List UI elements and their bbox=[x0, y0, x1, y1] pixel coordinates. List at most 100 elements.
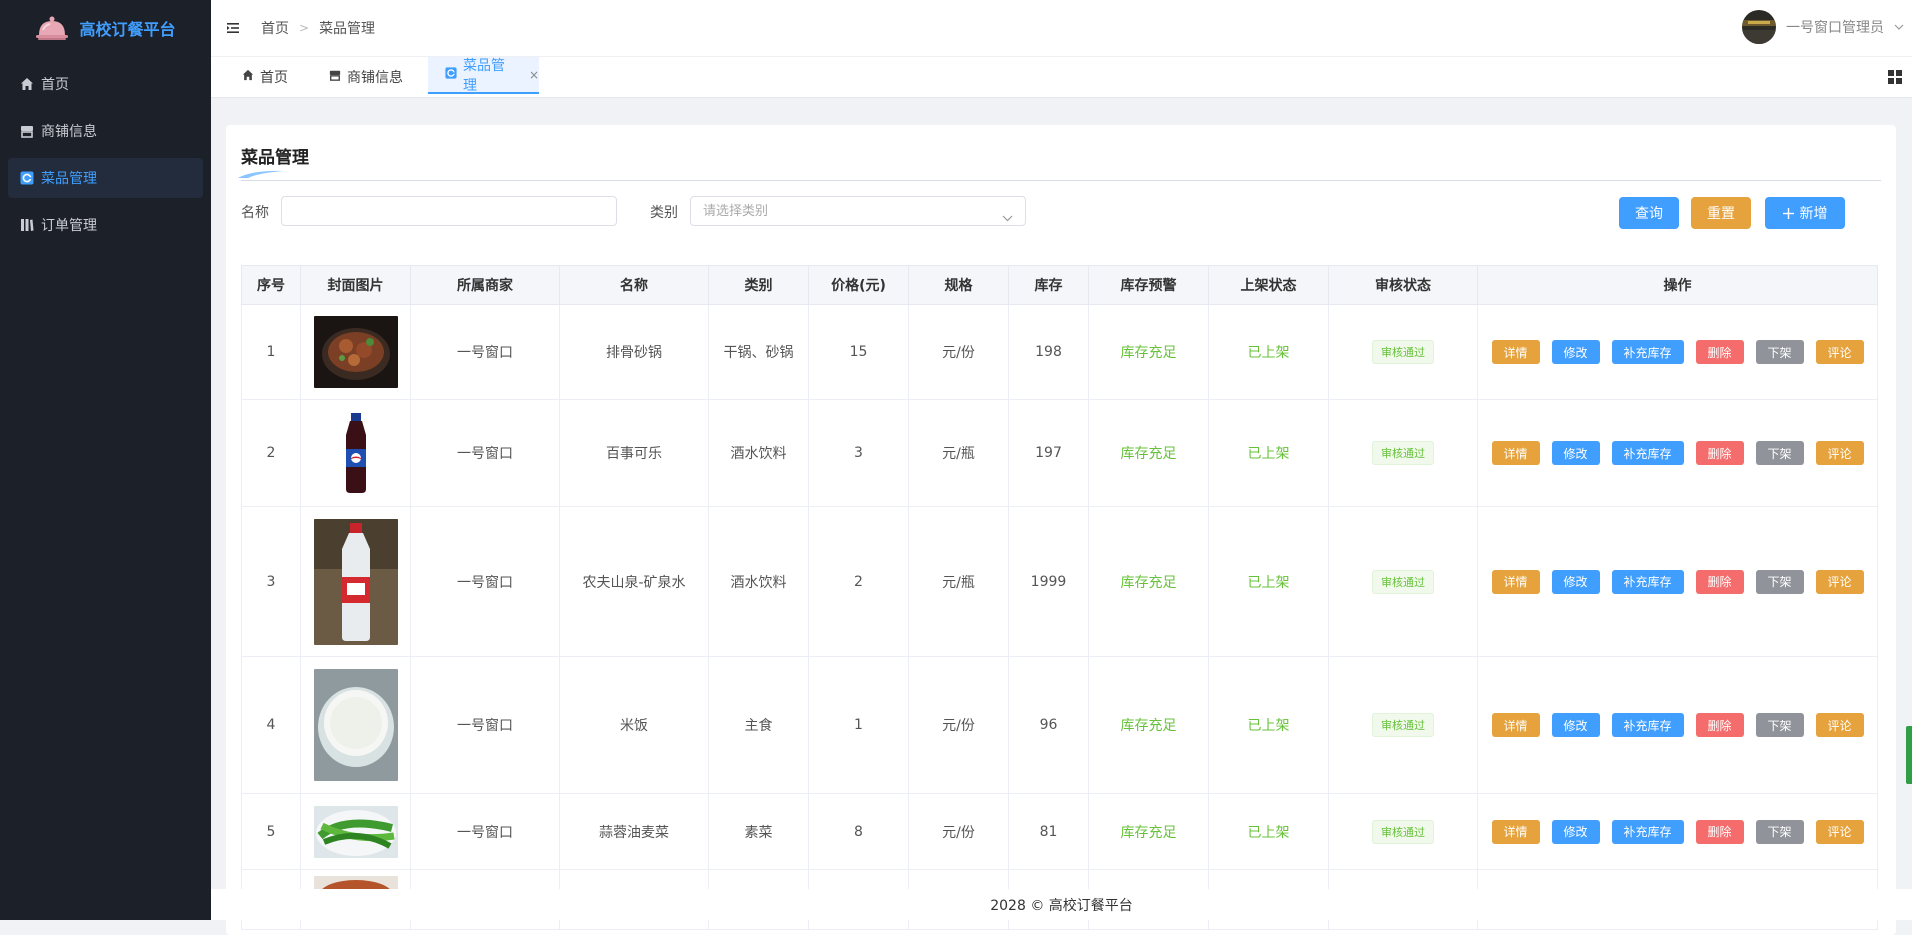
cell-price: 2 bbox=[808, 506, 909, 657]
user-name[interactable]: 一号窗口管理员 bbox=[1786, 17, 1884, 37]
cell-price: 1 bbox=[808, 656, 909, 794]
claypot-ribs-image[interactable] bbox=[313, 316, 398, 388]
rice-bowl-image[interactable] bbox=[313, 669, 398, 781]
table-row: 5 一号窗口 蒜蓉油麦菜 素菜 8 元/份 81 库存充足 已上架 审核通过 详… bbox=[241, 793, 1878, 870]
col-header-cover: 封面图片 bbox=[300, 265, 411, 305]
tab-dish-management[interactable]: 菜品管理 × bbox=[428, 57, 539, 94]
cell-cover bbox=[300, 656, 411, 794]
name-search-input[interactable] bbox=[281, 196, 617, 226]
detail-button[interactable]: 详情 bbox=[1491, 340, 1540, 364]
detail-button[interactable]: 详情 bbox=[1491, 713, 1540, 737]
unshelve-button[interactable]: 下架 bbox=[1755, 713, 1804, 737]
tab-home[interactable]: 首页 bbox=[242, 57, 288, 96]
query-button[interactable]: 查询 bbox=[1619, 197, 1679, 229]
restock-button[interactable]: 补充库存 bbox=[1611, 713, 1684, 737]
user-menu[interactable]: 一号窗口管理员 bbox=[1742, 10, 1904, 44]
chevron-down-icon[interactable] bbox=[1894, 19, 1904, 35]
cell-merchant: 一号窗口 bbox=[410, 304, 560, 400]
table-row: 1 一号窗口 排骨砂锅 干锅、砂锅 15 元/份 198 库存充足 已上架 审核… bbox=[241, 304, 1878, 400]
restock-button[interactable]: 补充库存 bbox=[1611, 340, 1684, 364]
grid-menu-icon[interactable] bbox=[1888, 69, 1902, 88]
add-button[interactable]: 新增 bbox=[1765, 197, 1845, 229]
home-icon bbox=[20, 77, 34, 91]
cell-no: 2 bbox=[241, 399, 301, 507]
shop-icon bbox=[20, 124, 34, 138]
footer: 2028 © 高校订餐平台 bbox=[211, 889, 1912, 920]
cell-spec: 元/瓶 bbox=[908, 399, 1009, 507]
cell-spec: 元/份 bbox=[908, 793, 1009, 870]
cell-spec: 元/瓶 bbox=[908, 506, 1009, 657]
reset-button[interactable]: 重置 bbox=[1691, 197, 1751, 229]
cell-no: 3 bbox=[241, 506, 301, 657]
brand: 高校订餐平台 bbox=[0, 0, 211, 56]
shop-icon bbox=[329, 69, 341, 85]
tab-shop-info[interactable]: 商铺信息 bbox=[329, 57, 403, 96]
garlic-greens-image[interactable] bbox=[313, 805, 398, 858]
comment-button[interactable]: 评论 bbox=[1815, 569, 1864, 594]
cell-price: 15 bbox=[808, 304, 909, 400]
edit-button[interactable]: 修改 bbox=[1551, 441, 1600, 465]
unshelve-button[interactable]: 下架 bbox=[1755, 340, 1804, 364]
cell-audit-status: 审核通过 bbox=[1328, 506, 1478, 657]
unshelve-button[interactable]: 下架 bbox=[1755, 819, 1804, 844]
col-header-audit-status: 审核状态 bbox=[1328, 265, 1478, 305]
edit-button[interactable]: 修改 bbox=[1551, 819, 1600, 844]
avatar[interactable] bbox=[1742, 10, 1776, 44]
delete-button[interactable]: 删除 bbox=[1695, 441, 1744, 465]
edit-button[interactable]: 修改 bbox=[1551, 713, 1600, 737]
sidebar-item-label: 首页 bbox=[41, 77, 69, 93]
edit-button[interactable]: 修改 bbox=[1551, 569, 1600, 594]
restock-button[interactable]: 补充库存 bbox=[1611, 441, 1684, 465]
dish-icon bbox=[20, 171, 34, 185]
comment-button[interactable]: 评论 bbox=[1815, 441, 1864, 465]
sidebar-item-dish-management[interactable]: 菜品管理 bbox=[8, 158, 203, 198]
cell-name: 排骨砂锅 bbox=[559, 304, 709, 400]
col-header-merchant: 所属商家 bbox=[410, 265, 560, 305]
detail-button[interactable]: 详情 bbox=[1491, 569, 1540, 594]
dish-management-panel: 菜品管理 名称 类别 查询 重置 新增 序号 封面图片 所属商家 名称 类别 价… bbox=[226, 125, 1896, 935]
restock-button[interactable]: 补充库存 bbox=[1611, 819, 1684, 844]
menu-toggle-icon[interactable] bbox=[227, 19, 243, 38]
category-select[interactable] bbox=[690, 196, 1026, 226]
sidebar-item-order-management[interactable]: 订单管理 bbox=[8, 205, 203, 245]
delete-button[interactable]: 删除 bbox=[1695, 569, 1744, 594]
category-filter-label: 类别 bbox=[650, 205, 678, 221]
cell-stock: 81 bbox=[1008, 793, 1089, 870]
unshelve-button[interactable]: 下架 bbox=[1755, 569, 1804, 594]
sidebar-item-home[interactable]: 首页 bbox=[8, 64, 203, 104]
cell-merchant: 一号窗口 bbox=[410, 506, 560, 657]
breadcrumb-home[interactable]: 首页 bbox=[261, 18, 289, 38]
chevron-down-icon[interactable] bbox=[1002, 207, 1013, 226]
cell-name: 米饭 bbox=[559, 656, 709, 794]
water-bottle-image[interactable] bbox=[313, 518, 398, 645]
delete-button[interactable]: 删除 bbox=[1695, 340, 1744, 364]
cell-actions: 详情 修改 补充库存 删除 下架 评论 bbox=[1477, 793, 1878, 870]
comment-button[interactable]: 评论 bbox=[1815, 340, 1864, 364]
cell-merchant: 一号窗口 bbox=[410, 656, 560, 794]
tab-label: 菜品管理 bbox=[463, 57, 505, 94]
cell-no: 1 bbox=[241, 304, 301, 400]
delete-button[interactable]: 删除 bbox=[1695, 713, 1744, 737]
cell-shelf-status: 已上架 bbox=[1208, 506, 1329, 657]
status-badge: 审核通过 bbox=[1372, 569, 1434, 594]
pepsi-bottle-image[interactable] bbox=[313, 411, 398, 495]
cell-stock: 197 bbox=[1008, 399, 1089, 507]
cell-stock-warning: 库存充足 bbox=[1088, 506, 1209, 657]
cell-name: 蒜蓉油麦菜 bbox=[559, 793, 709, 870]
detail-button[interactable]: 详情 bbox=[1491, 441, 1540, 465]
delete-button[interactable]: 删除 bbox=[1695, 819, 1744, 844]
tab-close-icon[interactable]: × bbox=[529, 68, 539, 82]
table-row: 4 一号窗口 米饭 主食 1 元/份 96 库存充足 已上架 审核通过 详情 修… bbox=[241, 656, 1878, 794]
cell-stock: 96 bbox=[1008, 656, 1089, 794]
cell-shelf-status: 已上架 bbox=[1208, 304, 1329, 400]
detail-button[interactable]: 详情 bbox=[1491, 819, 1540, 844]
comment-button[interactable]: 评论 bbox=[1815, 713, 1864, 737]
comment-button[interactable]: 评论 bbox=[1815, 819, 1864, 844]
sidebar-item-shop-info[interactable]: 商铺信息 bbox=[8, 111, 203, 151]
side-widget-tab[interactable] bbox=[1906, 726, 1912, 784]
col-header-spec: 规格 bbox=[908, 265, 1009, 305]
edit-button[interactable]: 修改 bbox=[1551, 340, 1600, 364]
unshelve-button[interactable]: 下架 bbox=[1755, 441, 1804, 465]
restock-button[interactable]: 补充库存 bbox=[1611, 569, 1684, 594]
sidebar-item-label: 订单管理 bbox=[41, 218, 97, 234]
